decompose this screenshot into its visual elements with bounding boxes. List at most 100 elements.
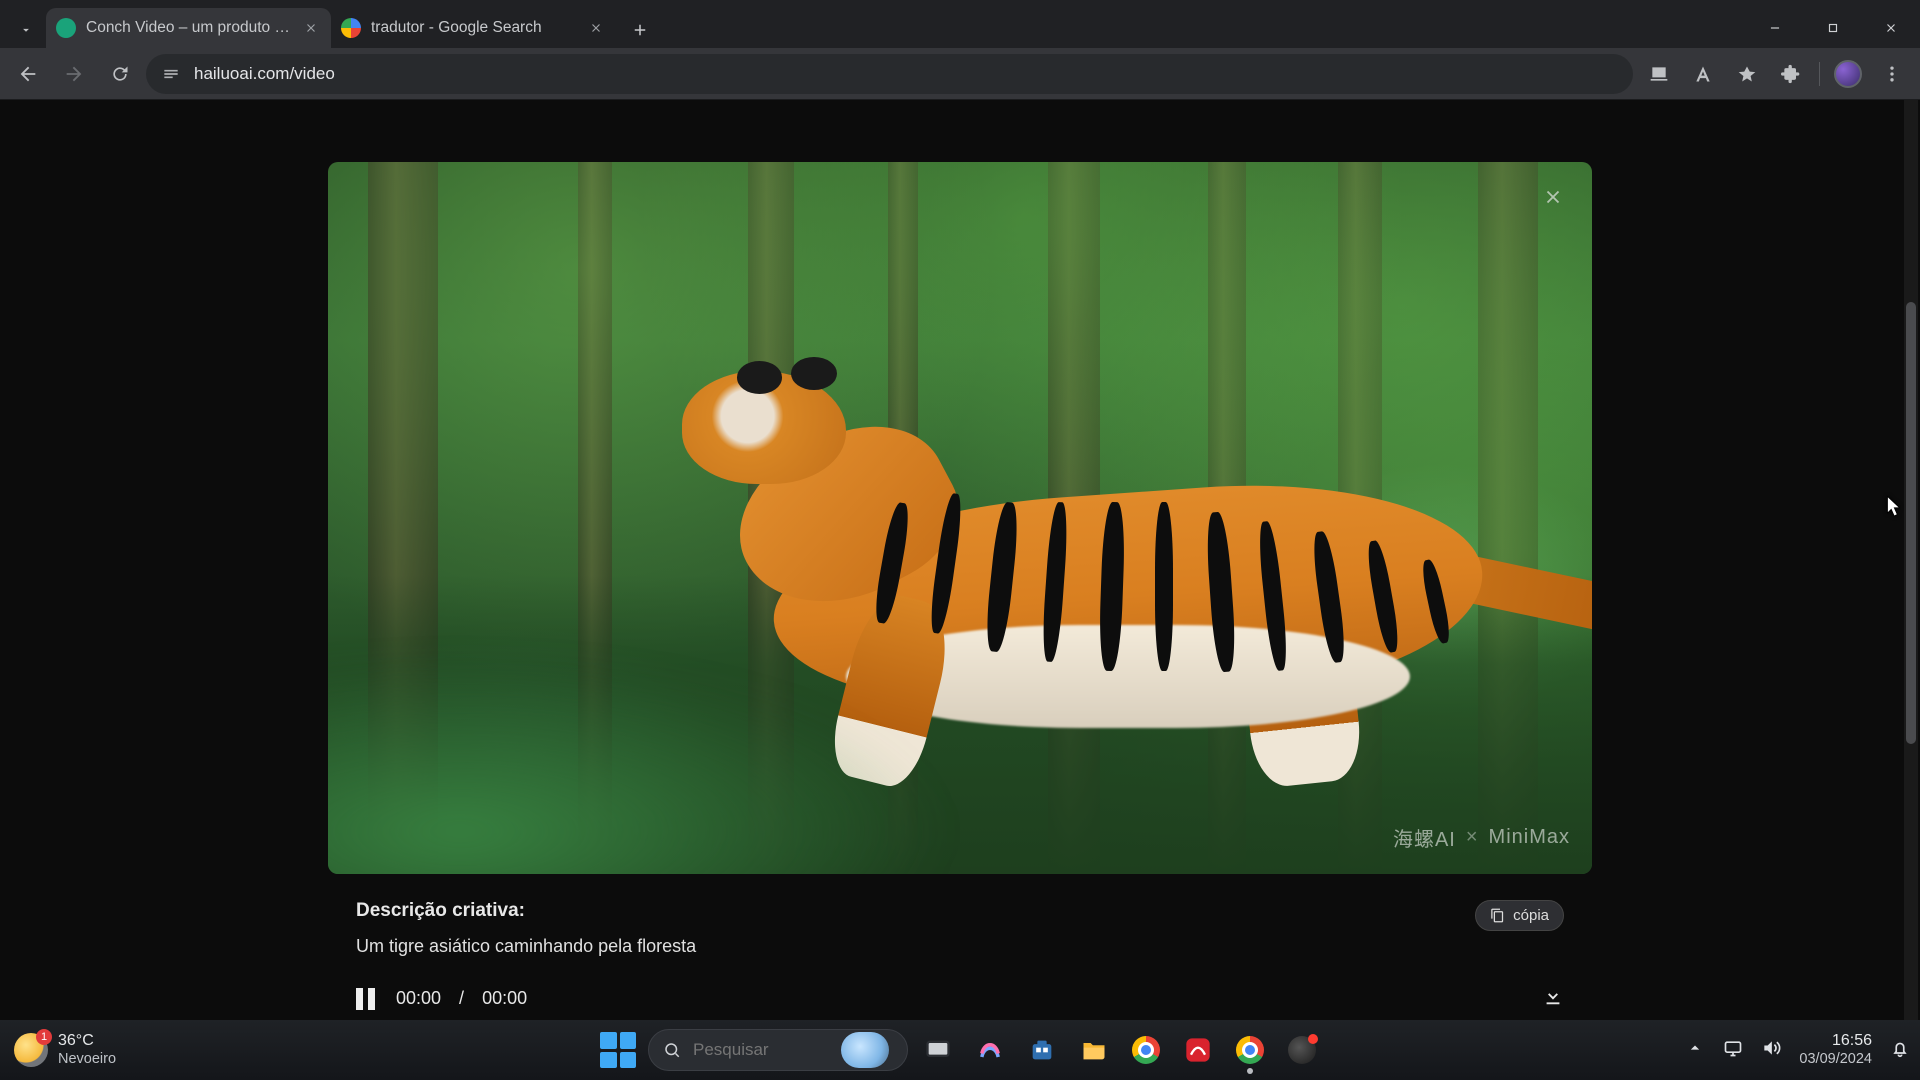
- tab-title: tradutor - Google Search: [371, 19, 576, 37]
- taskbar-center: [596, 1020, 1324, 1080]
- copilot-button[interactable]: [968, 1028, 1012, 1072]
- red-app-icon: [1184, 1036, 1212, 1064]
- foreground-blur: [328, 660, 947, 874]
- file-explorer-button[interactable]: [1072, 1028, 1116, 1072]
- time-current: 00:00: [396, 988, 441, 1009]
- video-preview-modal: 海螺AI × MiniMax Descrição criativa: Um ti…: [328, 162, 1592, 1020]
- copy-icon: [1490, 908, 1505, 923]
- close-tab-icon[interactable]: [586, 18, 606, 38]
- description-text: Um tigre asiático caminhando pela flores…: [356, 936, 1475, 957]
- browser-toolbar: hailuoai.com/video: [0, 48, 1920, 100]
- profile-avatar[interactable]: [1828, 54, 1868, 94]
- weather-icon: [14, 1033, 48, 1067]
- chevron-up-icon: [1685, 1038, 1705, 1058]
- watermark-right: MiniMax: [1489, 826, 1570, 849]
- toolbar-right: [1639, 54, 1912, 94]
- start-button[interactable]: [596, 1028, 640, 1072]
- install-app-icon[interactable]: [1639, 54, 1679, 94]
- description-heading: Descrição criativa:: [356, 900, 1475, 922]
- notifications-button[interactable]: [1890, 1038, 1910, 1062]
- arrow-left-icon: [17, 63, 39, 85]
- chrome-icon: [1132, 1036, 1160, 1064]
- window-controls: [1746, 8, 1920, 48]
- download-button[interactable]: [1542, 985, 1564, 1012]
- site-info-icon[interactable]: [160, 63, 182, 85]
- favicon-icon: [341, 18, 361, 38]
- pause-button[interactable]: [356, 988, 378, 1010]
- weather-widget[interactable]: 36°C Nevoeiro: [0, 1032, 116, 1067]
- search-highlight-icon: [841, 1032, 889, 1068]
- tray-overflow-button[interactable]: [1685, 1038, 1705, 1062]
- app-red-button[interactable]: [1176, 1028, 1220, 1072]
- bookmark-icon[interactable]: [1727, 54, 1767, 94]
- close-window-button[interactable]: [1862, 8, 1920, 48]
- favicon-icon: [56, 18, 76, 38]
- chrome-taskbar-button[interactable]: [1124, 1028, 1168, 1072]
- copy-button[interactable]: cópia: [1475, 900, 1564, 931]
- video-frame[interactable]: 海螺AI × MiniMax: [328, 162, 1592, 874]
- copy-label: cópia: [1513, 907, 1549, 924]
- reload-icon: [110, 64, 130, 84]
- tab-1[interactable]: Conch Video – um produto da: [46, 8, 331, 48]
- bell-icon: [1890, 1038, 1910, 1058]
- download-icon: [1542, 985, 1564, 1007]
- avatar-icon: [1834, 60, 1862, 88]
- url-text: hailuoai.com/video: [194, 64, 1619, 84]
- clock-date: 03/09/2024: [1799, 1051, 1872, 1068]
- maximize-button[interactable]: [1804, 8, 1862, 48]
- volume-icon[interactable]: [1761, 1038, 1781, 1062]
- system-tray: 16:56 03/09/2024: [1685, 1032, 1920, 1067]
- windows-taskbar: 36°C Nevoeiro: [0, 1020, 1920, 1080]
- titlebar: Conch Video – um produto da tradutor - G…: [0, 0, 1920, 48]
- tab-title: Conch Video – um produto da: [86, 19, 291, 37]
- microsoft-store-button[interactable]: [1020, 1028, 1064, 1072]
- close-tab-icon[interactable]: [301, 18, 321, 38]
- tab-search-dropdown[interactable]: [8, 12, 44, 48]
- copilot-icon: [976, 1036, 1004, 1064]
- search-input[interactable]: [693, 1040, 823, 1060]
- tab-strip: Conch Video – um produto da tradutor - G…: [46, 0, 658, 48]
- task-view-icon: [924, 1036, 952, 1064]
- browser-window: Conch Video – um produto da tradutor - G…: [0, 0, 1920, 1080]
- page-viewport: 海螺AI × MiniMax Descrição criativa: Um ti…: [0, 100, 1920, 1020]
- reload-button[interactable]: [100, 54, 140, 94]
- chrome-active-button[interactable]: [1228, 1028, 1272, 1072]
- close-icon: [1542, 186, 1564, 208]
- chrome-menu-icon[interactable]: [1872, 54, 1912, 94]
- watermark: 海螺AI × MiniMax: [1393, 823, 1570, 852]
- store-icon: [1028, 1036, 1056, 1064]
- watermark-x: ×: [1466, 826, 1479, 849]
- search-icon: [663, 1041, 681, 1059]
- network-icon[interactable]: [1723, 1038, 1743, 1062]
- watermark-left: 海螺AI: [1393, 823, 1456, 852]
- close-modal-button[interactable]: [1536, 180, 1570, 214]
- description-section: Descrição criativa: Um tigre asiático ca…: [328, 874, 1592, 967]
- scrollbar[interactable]: [1904, 100, 1918, 1020]
- toolbar-divider: [1819, 62, 1820, 86]
- chrome-icon: [1236, 1036, 1264, 1064]
- arrow-right-icon: [63, 63, 85, 85]
- back-button[interactable]: [8, 54, 48, 94]
- obs-icon: [1288, 1036, 1316, 1064]
- clock-time: 16:56: [1799, 1032, 1872, 1050]
- clock[interactable]: 16:56 03/09/2024: [1799, 1032, 1872, 1067]
- minimize-button[interactable]: [1746, 8, 1804, 48]
- folder-icon: [1080, 1036, 1108, 1064]
- forward-button[interactable]: [54, 54, 94, 94]
- weather-temp: 36°C: [58, 1032, 116, 1050]
- address-bar[interactable]: hailuoai.com/video: [146, 54, 1633, 94]
- player-controls-peek: 00:00 / 00:00: [328, 967, 1592, 1012]
- taskbar-search[interactable]: [648, 1029, 908, 1071]
- time-separator: /: [459, 988, 464, 1009]
- windows-logo-icon: [600, 1032, 636, 1068]
- extensions-icon[interactable]: [1771, 54, 1811, 94]
- translate-icon[interactable]: [1683, 54, 1723, 94]
- new-tab-button[interactable]: [622, 12, 658, 48]
- weather-desc: Nevoeiro: [58, 1051, 116, 1068]
- task-view-button[interactable]: [916, 1028, 960, 1072]
- tab-2[interactable]: tradutor - Google Search: [331, 8, 616, 48]
- time-total: 00:00: [482, 988, 527, 1009]
- chevron-down-icon: [19, 23, 33, 37]
- obs-button[interactable]: [1280, 1028, 1324, 1072]
- scrollbar-thumb[interactable]: [1906, 302, 1916, 744]
